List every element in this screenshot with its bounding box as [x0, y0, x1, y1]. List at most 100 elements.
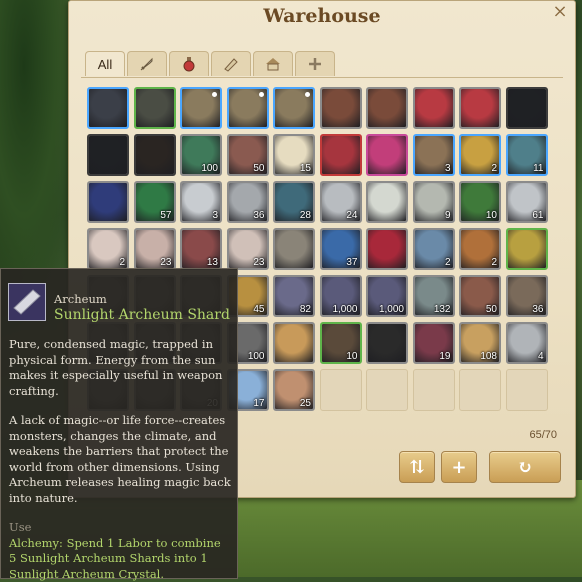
item-count: 100: [201, 163, 218, 174]
item-slot[interactable]: 132: [413, 275, 455, 317]
white-cube-icon: [368, 183, 406, 221]
gold-ore-icon: [508, 230, 546, 268]
item-count: 2: [445, 257, 451, 268]
item-slot[interactable]: [227, 87, 269, 129]
item-count: 37: [346, 257, 357, 268]
shard-icon: [8, 283, 46, 321]
red-fan-icon: [415, 89, 453, 127]
item-slot[interactable]: [134, 87, 176, 129]
item-slot[interactable]: 23: [134, 228, 176, 270]
item-slot[interactable]: 23: [227, 228, 269, 270]
item-slot[interactable]: [366, 87, 408, 129]
item-slot[interactable]: 4: [506, 322, 548, 364]
item-slot[interactable]: 25: [273, 369, 315, 411]
cloak-icon: [368, 89, 406, 127]
item-slot[interactable]: [87, 181, 129, 223]
item-slot[interactable]: [320, 87, 362, 129]
tab-housing[interactable]: [253, 51, 293, 76]
item-slot[interactable]: 3: [413, 134, 455, 176]
item-slot[interactable]: [180, 87, 222, 129]
item-slot[interactable]: [87, 87, 129, 129]
item-count: 2: [491, 257, 497, 268]
item-slot[interactable]: [273, 322, 315, 364]
item-slot[interactable]: 11: [506, 134, 548, 176]
item-slot[interactable]: 2: [459, 228, 501, 270]
item-slot[interactable]: 50: [459, 275, 501, 317]
empty-slot[interactable]: [320, 369, 362, 411]
tab-misc[interactable]: [295, 51, 335, 76]
red-gem-icon: [322, 136, 360, 174]
item-slot[interactable]: 50: [227, 134, 269, 176]
item-count: 25: [300, 398, 311, 409]
item-slot[interactable]: 19: [413, 322, 455, 364]
expand-button[interactable]: +: [441, 451, 477, 483]
house-icon: [264, 55, 282, 73]
black-sack-icon: [368, 324, 406, 362]
item-slot[interactable]: [87, 134, 129, 176]
item-count: 50: [253, 163, 264, 174]
item-slot[interactable]: 57: [134, 181, 176, 223]
item-count: 28: [300, 210, 311, 221]
item-slot[interactable]: 9: [413, 181, 455, 223]
item-slot[interactable]: [366, 322, 408, 364]
category-tabs: All: [85, 51, 335, 77]
item-slot[interactable]: 28: [273, 181, 315, 223]
item-count: 108: [480, 351, 497, 362]
tab-consumables[interactable]: [169, 51, 209, 76]
refresh-button[interactable]: ↻: [489, 451, 561, 483]
item-count: 1,000: [379, 304, 404, 315]
empty-slot[interactable]: [459, 369, 501, 411]
item-slot[interactable]: [366, 134, 408, 176]
item-count: 2: [119, 257, 125, 268]
item-slot[interactable]: 2: [413, 228, 455, 270]
item-slot[interactable]: 2: [459, 134, 501, 176]
item-slot[interactable]: 100: [180, 134, 222, 176]
item-slot[interactable]: 82: [273, 275, 315, 317]
sword-icon: [138, 55, 156, 73]
empty-slot[interactable]: [506, 369, 548, 411]
item-slot[interactable]: 108: [459, 322, 501, 364]
item-slot[interactable]: 61: [506, 181, 548, 223]
item-slot[interactable]: 1,000: [320, 275, 362, 317]
red-gem-icon: [368, 230, 406, 268]
item-count: 11: [533, 163, 543, 174]
item-slot[interactable]: [506, 228, 548, 270]
item-tooltip: Archeum Sunlight Archeum Shard Pure, con…: [0, 268, 238, 579]
item-slot[interactable]: 13: [180, 228, 222, 270]
tooltip-item-name: Sunlight Archeum Shard: [54, 307, 230, 323]
item-slot[interactable]: [366, 228, 408, 270]
item-count: 3: [445, 163, 451, 174]
tab-materials[interactable]: [211, 51, 251, 76]
item-slot[interactable]: [506, 87, 548, 129]
item-slot[interactable]: 24: [320, 181, 362, 223]
tab-all[interactable]: All: [85, 51, 125, 76]
dark-armor-icon: [508, 89, 546, 127]
item-slot[interactable]: [366, 181, 408, 223]
item-slot[interactable]: 10: [320, 322, 362, 364]
capacity-label: 65/70: [529, 429, 557, 441]
item-count: 4: [538, 351, 544, 362]
tab-equipment[interactable]: [127, 51, 167, 76]
item-slot[interactable]: 37: [320, 228, 362, 270]
item-slot[interactable]: [459, 87, 501, 129]
item-slot[interactable]: 3: [180, 181, 222, 223]
close-icon[interactable]: ×: [551, 3, 569, 21]
new-item-dot: [305, 92, 310, 97]
sort-button[interactable]: ⇅: [399, 451, 435, 483]
item-slot[interactable]: 10: [459, 181, 501, 223]
item-slot[interactable]: [413, 87, 455, 129]
item-count: 2: [491, 163, 497, 174]
item-slot[interactable]: [320, 134, 362, 176]
item-slot[interactable]: [273, 87, 315, 129]
empty-slot[interactable]: [366, 369, 408, 411]
empty-slot[interactable]: [413, 369, 455, 411]
raccoon-icon: [275, 230, 313, 268]
item-slot[interactable]: [273, 228, 315, 270]
item-slot[interactable]: 36: [506, 275, 548, 317]
item-slot[interactable]: 15: [273, 134, 315, 176]
item-count: 132: [434, 304, 451, 315]
item-slot[interactable]: 36: [227, 181, 269, 223]
item-slot[interactable]: 1,000: [366, 275, 408, 317]
item-slot[interactable]: 2: [87, 228, 129, 270]
item-slot[interactable]: [134, 134, 176, 176]
